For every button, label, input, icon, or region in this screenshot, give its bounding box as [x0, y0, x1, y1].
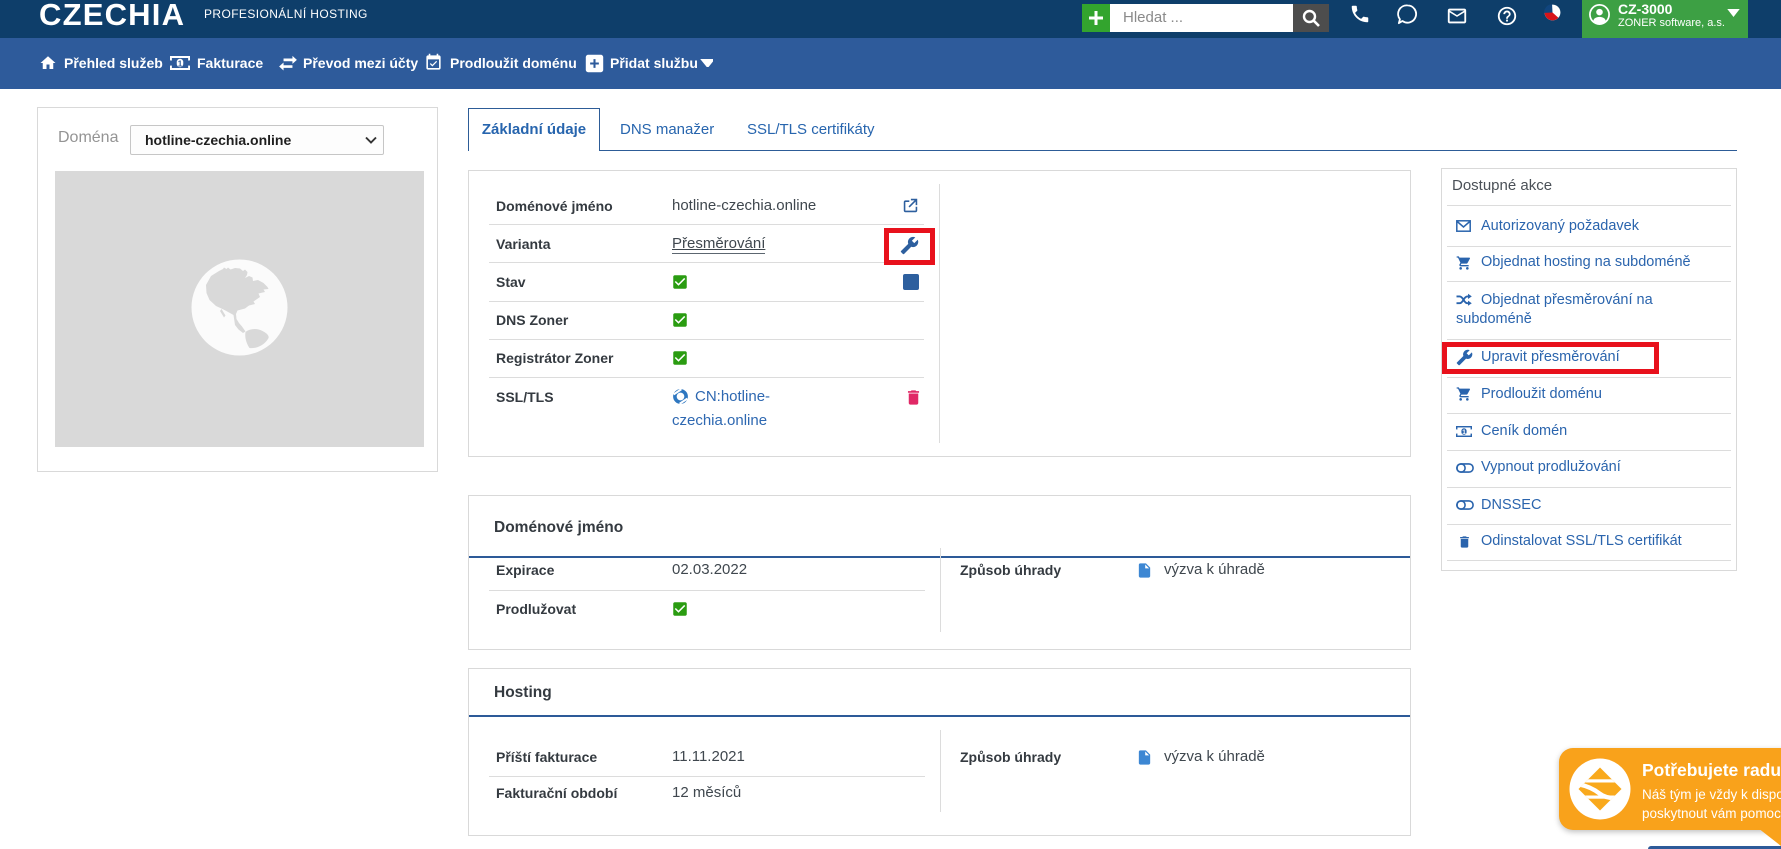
svg-text:1: 1	[178, 59, 183, 68]
svg-text:1: 1	[1462, 429, 1466, 436]
